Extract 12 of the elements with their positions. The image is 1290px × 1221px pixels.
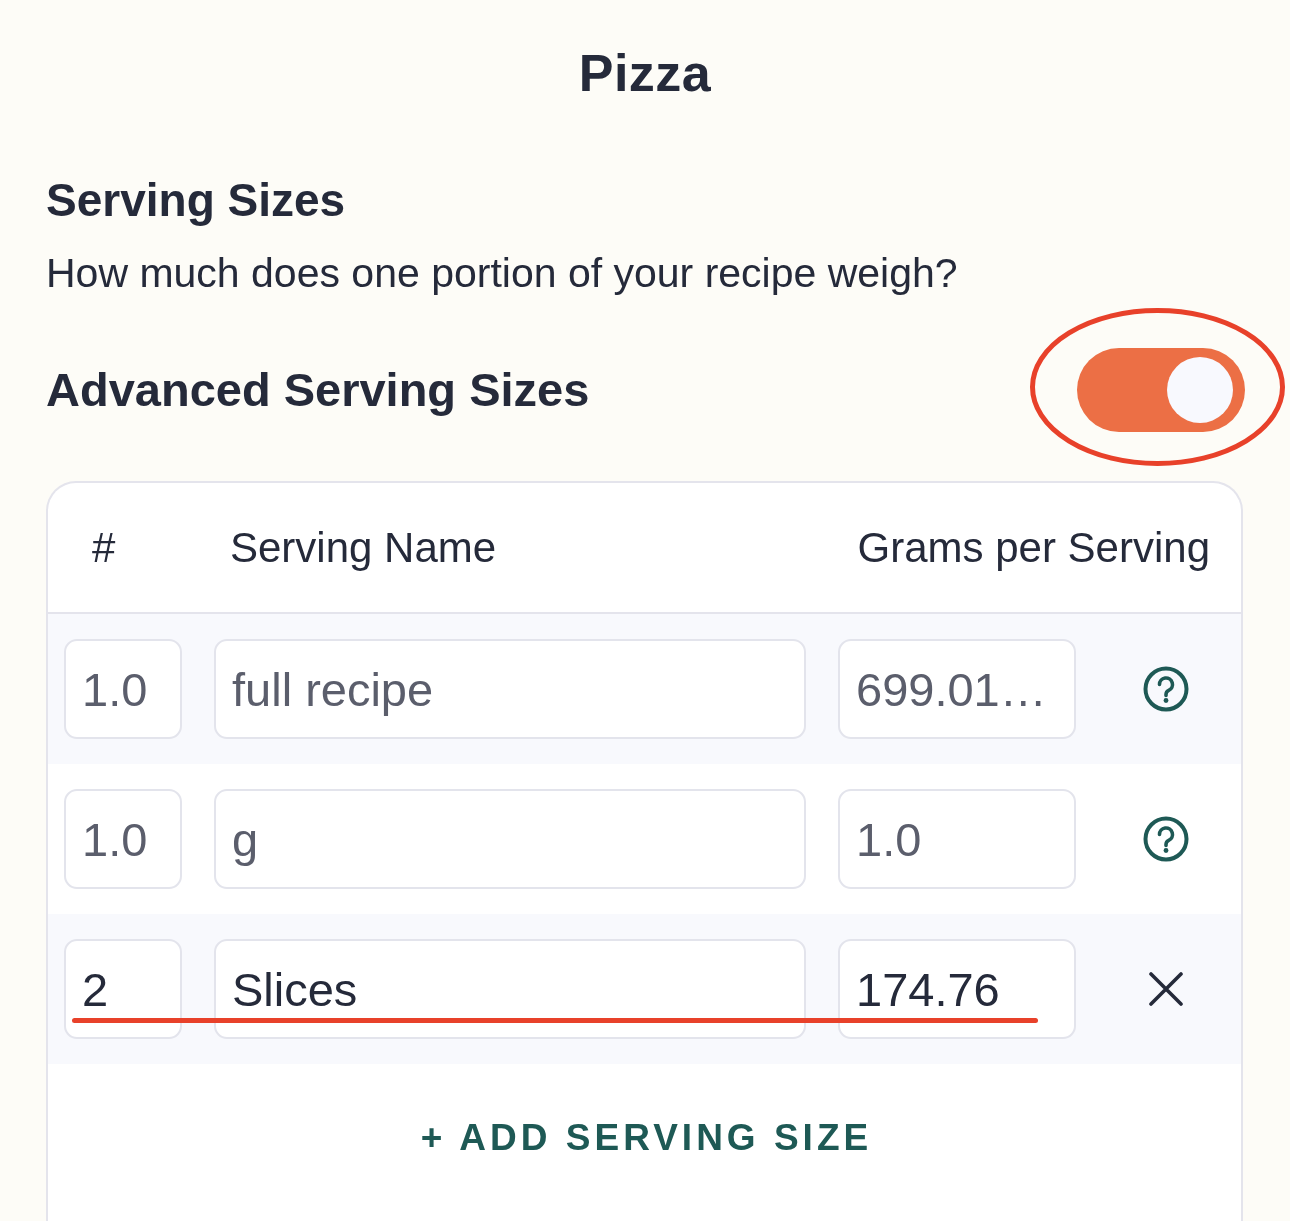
close-icon[interactable] [1148,972,1183,1006]
serving-count-field[interactable]: 2 [64,939,182,1039]
column-header: # [92,523,116,572]
column-header: Serving Name [230,523,497,572]
page-title: Pizza [578,43,712,103]
section-heading: Serving Sizes [46,173,346,228]
serving-name-field[interactable]: Slices [214,939,806,1039]
section-description: How much does one portion of your recipe weigh? [46,249,958,298]
column-header: Grams per Serving [857,523,1210,572]
advanced-serving-sizes-label: Advanced Serving Sizes [46,362,590,418]
grams-field[interactable]: 174.76 [838,939,1076,1039]
add-serving-size-button[interactable]: + ADD SERVING SIZE [408,1109,881,1167]
